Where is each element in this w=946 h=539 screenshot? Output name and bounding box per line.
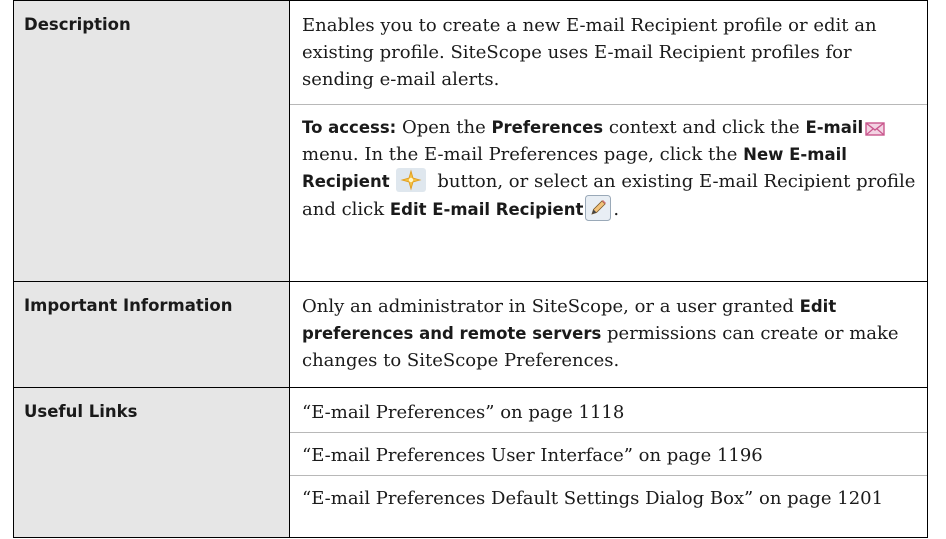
link-email-preferences[interactable]: “E-mail Preferences” on page 1118 bbox=[290, 388, 927, 433]
link-email-preferences-ui[interactable]: “E-mail Preferences User Interface” on p… bbox=[290, 433, 927, 476]
envelope-icon bbox=[865, 122, 885, 136]
pencil-icon bbox=[585, 195, 612, 221]
label-useful-links: Useful Links bbox=[13, 387, 290, 538]
preferences-term: Preferences bbox=[491, 118, 604, 137]
important-text-1: Only an administrator in SiteScope, or a… bbox=[302, 296, 800, 317]
access-label: To access: bbox=[302, 118, 397, 137]
row-description: Description Enables you to create a new … bbox=[13, 0, 928, 282]
label-description: Description bbox=[13, 0, 290, 282]
new-star-icon bbox=[395, 168, 426, 192]
access-text: To access: Open the Preferences context … bbox=[290, 104, 927, 223]
link-email-default-settings[interactable]: “E-mail Preferences Default Settings Dia… bbox=[290, 476, 927, 518]
access-text-1: Open the bbox=[396, 117, 492, 138]
email-term: E-mail bbox=[805, 118, 864, 137]
row-useful-links: Useful Links “E-mail Preferences” on pag… bbox=[13, 387, 928, 538]
access-text-3: menu. In the E-mail Preferences page, cl… bbox=[302, 144, 744, 165]
content-important: Only an administrator in SiteScope, or a… bbox=[289, 281, 928, 388]
content-useful-links: “E-mail Preferences” on page 1118 “E-mai… bbox=[289, 387, 928, 538]
row-important: Important Information Only an administra… bbox=[13, 281, 928, 388]
content-description: Enables you to create a new E-mail Recip… bbox=[289, 0, 928, 282]
access-text-5: . bbox=[613, 199, 620, 220]
edit-recipient-term: Edit E-mail Recipient bbox=[389, 200, 584, 219]
important-text: Only an administrator in SiteScope, or a… bbox=[302, 282, 917, 374]
description-text: Enables you to create a new E-mail Recip… bbox=[302, 15, 877, 90]
label-important: Important Information bbox=[13, 281, 290, 388]
info-table: Description Enables you to create a new … bbox=[13, 0, 928, 538]
access-text-2: context and click the bbox=[603, 117, 806, 138]
